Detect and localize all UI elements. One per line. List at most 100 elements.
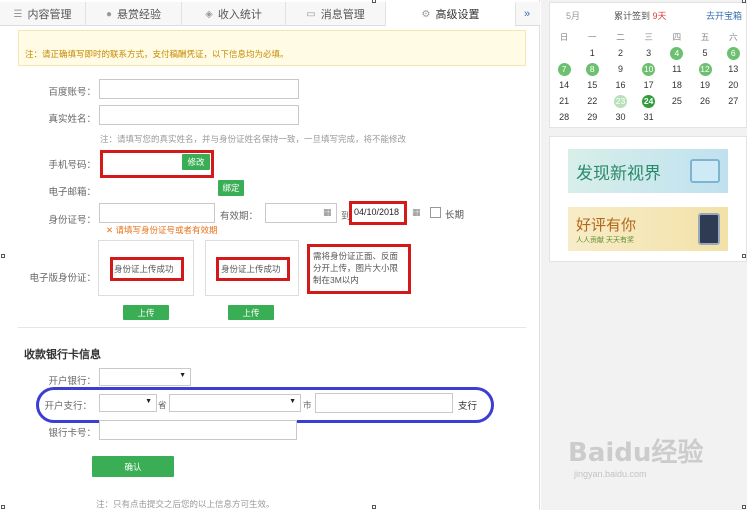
calendar-day-number: 15 — [587, 80, 598, 90]
tab-advanced-settings[interactable]: ⚙ 高级设置 — [386, 2, 516, 27]
calendar-day[interactable]: 4 — [663, 45, 691, 61]
calendar-day[interactable]: 1 — [578, 45, 606, 61]
tab-more-button[interactable]: » — [516, 2, 538, 25]
email-bind-button[interactable]: 绑定 — [218, 180, 244, 196]
long-term-checkbox[interactable] — [430, 207, 441, 218]
calendar-day[interactable]: 22 — [578, 93, 606, 109]
calendar-day[interactable]: 21 — [550, 93, 578, 109]
calendar-day[interactable]: 29 — [578, 109, 606, 125]
weekday-label: 五 — [700, 32, 710, 42]
calendar-signed-day: 23 — [613, 94, 627, 108]
long-term-label: 长期 — [445, 210, 465, 221]
tab-content-management[interactable]: ☰ 内容管理 — [0, 2, 86, 26]
id-number-input[interactable] — [99, 203, 215, 223]
branch-name-input[interactable] — [315, 393, 453, 413]
calendar-day[interactable]: 14 — [550, 77, 578, 93]
watermark-logo: Baidu经验 — [568, 438, 704, 468]
calendar-day-number: 1 — [589, 48, 595, 58]
calendar-day-number: 30 — [615, 112, 626, 122]
banner-title: 好评有你 — [576, 215, 637, 234]
calendar-day[interactable]: 15 — [578, 77, 606, 93]
tab-reward-experience[interactable]: ● 悬赏经验 — [86, 2, 182, 26]
calendar-day[interactable]: 3 — [635, 45, 663, 61]
calendar-day — [550, 45, 578, 61]
city-select[interactable]: ▼ — [169, 394, 301, 412]
calendar-day-number: 3 — [646, 48, 652, 58]
weekday-row: 日一二三四五六 — [550, 29, 747, 45]
calendar-day[interactable]: 9 — [606, 61, 634, 77]
calendar-icon[interactable]: ▦ — [323, 207, 332, 218]
phone-icon — [698, 213, 720, 245]
real-name-input[interactable] — [99, 105, 299, 125]
bank-select[interactable]: ▼ — [99, 368, 191, 386]
calendar-day[interactable]: 28 — [550, 109, 578, 125]
calendar-day — [719, 109, 747, 125]
calendar-day[interactable]: 11 — [663, 61, 691, 77]
chevron-down-icon: ▼ — [289, 398, 296, 405]
calendar-week-row: 21 22 23 24 25 26 27 — [550, 93, 747, 109]
calendar-day-number: 17 — [643, 80, 654, 90]
calendar-signed-day: 8 — [585, 62, 599, 76]
baidu-account-input[interactable] — [99, 79, 299, 99]
upload-front-button[interactable]: 上传 — [123, 305, 169, 320]
calendar-day[interactable]: 20 — [719, 77, 747, 93]
calendar-day[interactable]: 16 — [606, 77, 634, 93]
calendar-day[interactable]: 27 — [719, 93, 747, 109]
ad-banner-discover[interactable]: 发现新视界 — [568, 149, 728, 193]
calendar-day-number: 11 — [672, 64, 682, 74]
open-treasure-link[interactable]: 去开宝箱 — [706, 9, 742, 22]
calendar-signed-day: 10 — [642, 62, 656, 76]
tab-income-stats[interactable]: ◈ 收入统计 — [182, 2, 286, 26]
weekday-label: 三 — [644, 32, 653, 42]
province-suffix: 省 — [158, 400, 167, 410]
watermark: Baidu经验 jingyan.baidu.com — [568, 432, 718, 492]
tab-label: 高级设置 — [435, 9, 480, 21]
calendar-week-row: 1 2 3 4 5 6 — [550, 45, 747, 61]
resize-handle — [1, 505, 5, 509]
notice-banner: 注：请正确填写即时的联系方式，支付稿酬凭证，以下信息均为必填。 — [18, 30, 526, 66]
upload-note-highlight — [307, 244, 411, 294]
calendar-day[interactable]: 6 — [719, 45, 747, 61]
weekday-label: 二 — [616, 32, 625, 42]
calendar-day[interactable]: 24 — [635, 93, 663, 109]
calendar-day[interactable]: 13 — [719, 61, 747, 77]
calendar-day[interactable]: 8 — [578, 61, 606, 77]
chevron-down-icon: ▼ — [179, 372, 186, 379]
list-icon: ☰ — [13, 8, 23, 20]
tab-bar: ☰ 内容管理 ● 悬赏经验 ◈ 收入统计 ▭ 消息管理 ⚙ 高级设置 » — [0, 2, 540, 27]
calendar-day[interactable]: 5 — [691, 45, 719, 61]
calendar-signed-day: 6 — [726, 46, 740, 60]
tab-label: 消息管理 — [320, 9, 365, 21]
calendar-day[interactable]: 18 — [663, 77, 691, 93]
banner-subtitle: 人人贡献 天天有奖 — [576, 236, 634, 244]
calendar-grid: 日一二三四五六 1 2 3 4 5 6 7 8 9 10 11 12 13 14 15 16 17 18 19 20 2… — [550, 29, 747, 125]
calendar-day[interactable]: 19 — [691, 77, 719, 93]
resize-handle — [742, 0, 746, 3]
calendar-signed-day: 7 — [557, 62, 571, 76]
calendar-day[interactable]: 17 — [635, 77, 663, 93]
ad-banner-review[interactable]: 好评有你 人人贡献 天天有奖 — [568, 207, 728, 251]
calendar-day[interactable]: 23 — [606, 93, 634, 109]
calendar-day[interactable]: 12 — [691, 61, 719, 77]
notice-cut-line — [25, 33, 519, 47]
upload-back-button[interactable]: 上传 — [228, 305, 274, 320]
calendar-week-row: 28 29 30 31 — [550, 109, 747, 125]
calendar-day[interactable]: 7 — [550, 61, 578, 77]
tab-message-management[interactable]: ▭ 消息管理 — [286, 2, 386, 26]
calendar-day-number: 14 — [559, 80, 570, 90]
calendar-day[interactable]: 10 — [635, 61, 663, 77]
calendar-day[interactable]: 2 — [606, 45, 634, 61]
calendar-day[interactable]: 30 — [606, 109, 634, 125]
banner-text-group: 好评有你 人人贡献 天天有奖 — [576, 214, 636, 245]
card-number-input[interactable] — [99, 420, 297, 440]
branch-label: 开户支行： — [44, 401, 92, 412]
calendar-icon[interactable]: ▦ — [412, 207, 421, 218]
calendar-day-number: 2 — [617, 48, 623, 58]
confirm-button[interactable]: 确认 — [92, 456, 174, 477]
calendar-day[interactable]: 31 — [635, 109, 663, 125]
resize-handle — [1, 254, 5, 258]
calendar-day — [663, 109, 691, 125]
calendar-day[interactable]: 26 — [691, 93, 719, 109]
calendar-day[interactable]: 25 — [663, 93, 691, 109]
province-select[interactable]: ▼ — [99, 394, 157, 412]
